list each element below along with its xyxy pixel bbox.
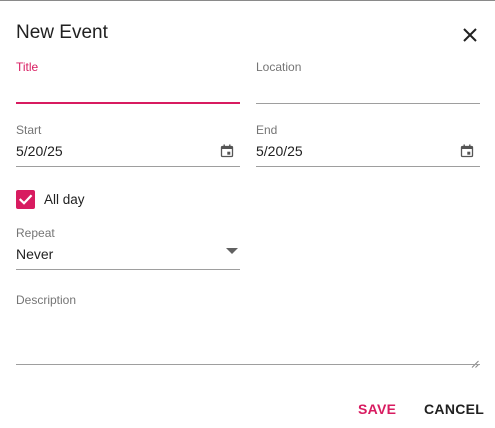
all-day-checkbox[interactable] xyxy=(16,190,35,209)
start-label: Start xyxy=(16,123,42,137)
start-underline xyxy=(16,166,240,167)
title-field[interactable]: Title xyxy=(16,58,240,104)
cancel-button[interactable]: CANCEL xyxy=(424,401,484,417)
resize-handle-icon[interactable] xyxy=(471,355,479,368)
location-underline xyxy=(256,103,480,104)
dialog-title: New Event xyxy=(16,22,108,43)
title-label: Title xyxy=(16,60,39,74)
dropdown-arrow-icon[interactable] xyxy=(226,248,238,254)
save-button[interactable]: SAVE xyxy=(358,401,396,417)
end-label: End xyxy=(256,123,278,137)
description-label: Description xyxy=(16,293,77,307)
checkmark-icon xyxy=(18,194,33,205)
end-underline xyxy=(256,166,480,167)
title-underline xyxy=(16,102,240,104)
location-field[interactable]: Location xyxy=(256,58,480,104)
calendar-icon[interactable] xyxy=(220,144,234,158)
location-label: Location xyxy=(256,60,302,74)
all-day-label[interactable]: All day xyxy=(44,192,85,207)
description-underline xyxy=(16,364,480,365)
top-border xyxy=(0,0,495,1)
calendar-icon[interactable] xyxy=(460,144,474,158)
end-date-input[interactable]: 5/20/25 xyxy=(256,143,303,159)
end-date-field[interactable]: End 5/20/25 xyxy=(256,121,480,167)
repeat-underline xyxy=(16,269,240,270)
close-icon[interactable] xyxy=(459,24,481,46)
start-date-input[interactable]: 5/20/25 xyxy=(16,143,63,159)
repeat-label: Repeat xyxy=(16,226,55,240)
repeat-value[interactable]: Never xyxy=(16,246,53,262)
description-field[interactable]: Description xyxy=(16,291,480,368)
start-date-field[interactable]: Start 5/20/25 xyxy=(16,121,240,167)
repeat-select[interactable]: Repeat Never xyxy=(16,224,240,270)
